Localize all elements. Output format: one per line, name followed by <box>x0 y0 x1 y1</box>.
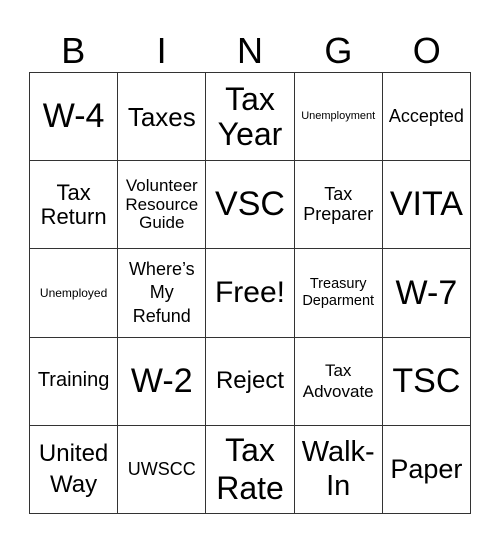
bingo-cell[interactable]: United Way <box>30 425 119 514</box>
bingo-cell[interactable]: Tax Return <box>30 161 119 250</box>
header-letter-n: N <box>236 30 263 71</box>
header-letter-g: G <box>324 30 353 71</box>
bingo-cell[interactable]: W-4 <box>30 73 119 162</box>
header-letter-i: I <box>156 30 167 71</box>
bingo-cell[interactable]: Accepted <box>382 73 471 162</box>
bingo-cell[interactable]: Paper <box>382 425 471 514</box>
bingo-cell[interactable]: Tax Year <box>206 73 295 162</box>
bingo-header: B I N G O <box>29 30 471 72</box>
bingo-cell[interactable]: Taxes <box>118 73 207 162</box>
bingo-cell[interactable]: Tax Rate <box>206 425 295 514</box>
bingo-cell[interactable]: Unemployed <box>30 249 119 338</box>
bingo-cell[interactable]: W-7 <box>382 249 471 338</box>
bingo-cell[interactable]: W-2 <box>118 337 207 426</box>
bingo-cell[interactable]: Walk-In <box>294 425 383 514</box>
bingo-cell[interactable]: VITA <box>382 161 471 250</box>
bingo-cell[interactable]: TSC <box>382 337 471 426</box>
bingo-cell[interactable]: Where’s My Refund <box>118 249 207 338</box>
bingo-cell[interactable]: Unemployment <box>294 73 383 162</box>
bingo-cell[interactable]: Reject <box>206 337 295 426</box>
header-letter-o: O <box>412 30 441 71</box>
bingo-cell[interactable]: UWSCC <box>118 425 207 514</box>
bingo-cell[interactable]: Training <box>30 337 119 426</box>
bingo-cell[interactable]: Tax Advovate <box>294 337 383 426</box>
bingo-cell[interactable]: Treasury Deparment <box>294 249 383 338</box>
bingo-cell[interactable]: Tax Preparer <box>294 161 383 250</box>
bingo-cell[interactable]: Free! <box>206 249 295 338</box>
bingo-cell[interactable]: Volunteer Resource Guide <box>118 161 207 250</box>
bingo-card-grid: W-4 Taxes Tax Year Unemployment Accepted… <box>29 72 471 514</box>
header-letter-b: B <box>61 30 86 71</box>
bingo-cell[interactable]: VSC <box>206 161 295 250</box>
